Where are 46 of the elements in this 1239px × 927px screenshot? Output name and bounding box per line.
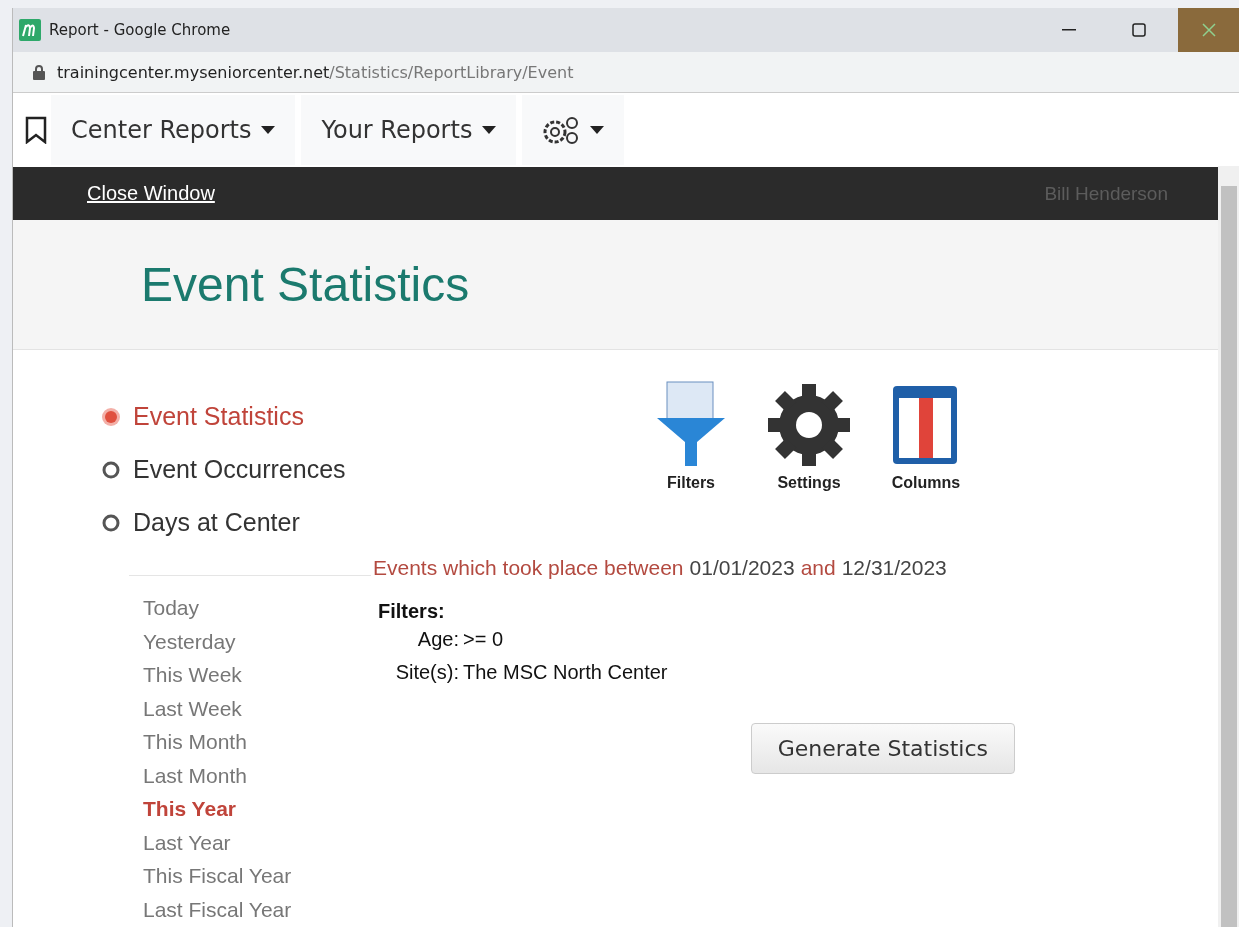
date-range-link[interactable]: Today (101, 596, 373, 630)
lock-icon (33, 64, 45, 80)
settings-menu[interactable] (522, 95, 625, 165)
window-title: Report - Google Chrome (49, 21, 232, 39)
tool-button[interactable]: Settings (765, 380, 853, 492)
radio-button[interactable] (101, 459, 121, 480)
date-range-link[interactable]: Last Year (101, 830, 373, 864)
radio-button[interactable] (101, 512, 121, 533)
filters-heading: Filters: (378, 600, 446, 623)
date-range-link[interactable]: Last Week (101, 696, 373, 730)
close-window-link[interactable]: Close Window (87, 182, 215, 205)
nav-menu[interactable]: Center Reports (51, 95, 296, 165)
caret-icon (482, 126, 497, 134)
tool-button[interactable]: Filters (653, 380, 729, 492)
filter-value: >= 0 (463, 628, 505, 651)
minimize-icon (1062, 29, 1076, 31)
date-range-link[interactable]: This Year (101, 797, 373, 831)
maximize-icon (1132, 23, 1146, 37)
report-type-label[interactable]: Days at Center (133, 508, 300, 537)
filter-value: The MSC North Center (463, 661, 669, 684)
summary-text: Events which took place between (373, 556, 684, 580)
date-range-link[interactable]: Last Month (101, 763, 373, 797)
filter-label: Age: (416, 628, 460, 651)
date-range-link[interactable]: Last Fiscal Year (101, 897, 373, 927)
date-range-link[interactable]: This Fiscal Year (101, 864, 373, 898)
caret-icon (590, 126, 605, 134)
scrollbar[interactable] (1218, 166, 1239, 927)
generate-statistics-button[interactable]: Generate Statistics (750, 723, 1015, 774)
summary-text: and (800, 556, 836, 580)
start-date: 01/01/2023 (689, 556, 795, 580)
end-date: 12/31/2023 (841, 556, 947, 580)
report-type-label[interactable]: Event Occurrences (133, 455, 346, 484)
caret-icon (261, 126, 276, 134)
gears-icon (542, 115, 581, 145)
nav-menu[interactable]: Your Reports (301, 95, 517, 165)
report-type-label[interactable]: Event Statistics (133, 402, 304, 431)
tool-button[interactable]: Columns (889, 380, 963, 492)
app-logo-icon (19, 19, 41, 41)
radio-button[interactable] (101, 406, 121, 427)
bookmark-icon[interactable] (25, 116, 47, 144)
date-range-link[interactable]: This Week (101, 663, 373, 697)
date-range-link[interactable]: This Month (101, 730, 373, 764)
filter-label: Site(s): (394, 661, 460, 684)
page-title: Event Statistics (141, 257, 470, 312)
date-range-link[interactable]: Yesterday (101, 629, 373, 663)
close-icon (1202, 23, 1216, 37)
